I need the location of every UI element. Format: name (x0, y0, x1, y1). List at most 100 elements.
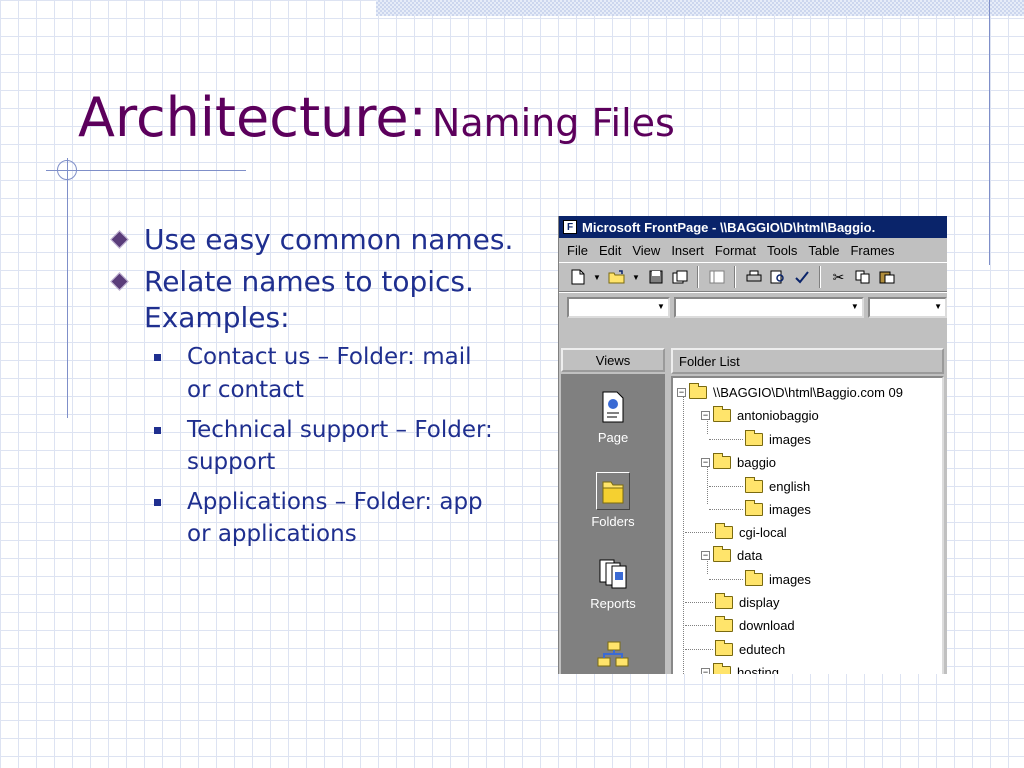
collapse-toggle-icon[interactable]: − (701, 457, 710, 467)
menu-edit[interactable]: Edit (599, 243, 621, 258)
style-select[interactable]: ▼ (567, 297, 670, 318)
folder-icon (745, 499, 763, 516)
print-icon[interactable] (743, 267, 764, 288)
chevron-down-icon[interactable]: ▼ (851, 302, 859, 311)
folder-icon (715, 522, 733, 539)
tree-item-images[interactable]: images (745, 499, 811, 519)
top-decoration-band (376, 0, 1024, 16)
publish-icon[interactable] (669, 267, 690, 288)
open-folder-icon[interactable] (606, 267, 627, 288)
font-size-select[interactable]: ▼ (867, 297, 947, 318)
tree-item-label: download (739, 617, 795, 633)
folder-icon (713, 452, 731, 469)
font-select[interactable]: ▼ (673, 297, 864, 318)
save-icon[interactable] (645, 267, 666, 288)
frontpage-window-screenshot: F Microsoft FrontPage - \\BAGGIO\D\html\… (558, 216, 947, 674)
sub-bullet-text: Contact us – Folder: mail or contact (187, 344, 472, 403)
view-navigation[interactable] (561, 638, 665, 674)
tree-connector (685, 649, 713, 650)
views-list: Page Folders Reports (561, 374, 665, 674)
square-bullet-icon (154, 354, 161, 362)
tree-item-english[interactable]: english (745, 476, 810, 496)
menu-table[interactable]: Table (808, 243, 839, 258)
folders-view-icon (596, 472, 630, 510)
reports-view-icon (596, 554, 630, 592)
toolbar-separator (697, 266, 699, 288)
main-panes: Views Page Folders Reports Folder List −… (559, 346, 947, 674)
new-dropdown-chevron-icon[interactable]: ▼ (591, 267, 603, 288)
folder-icon (689, 382, 707, 399)
slide-title-main: Architecture: (78, 86, 427, 149)
tree-item-images[interactable]: images (745, 429, 811, 449)
tree-item-data[interactable]: − data (701, 545, 762, 565)
views-header[interactable]: Views (561, 348, 665, 372)
view-reports[interactable]: Reports (561, 554, 665, 611)
slide-title-sub: Naming Files (431, 101, 675, 145)
collapse-toggle-icon[interactable]: − (701, 410, 710, 420)
tree-item-images[interactable]: images (745, 569, 811, 589)
spelling-icon[interactable] (791, 267, 812, 288)
tree-connector (709, 509, 743, 510)
menu-file[interactable]: File (567, 243, 588, 258)
folder-list-pane: Folder List − \\BAGGIO\D\html\Baggio.com… (671, 346, 947, 674)
cut-icon[interactable]: ✂ (828, 267, 849, 288)
bullet-list: Use easy common names. Relate names to t… (108, 222, 528, 559)
tree-item-baggio[interactable]: − baggio (701, 452, 776, 472)
sub-bullet-item: Applications – Folder: app or applicatio… (154, 486, 494, 550)
tree-item-label: images (769, 501, 811, 517)
copy-icon[interactable] (852, 267, 873, 288)
tree-item-label: english (769, 478, 811, 494)
menu-tools[interactable]: Tools (767, 243, 797, 258)
folder-icon (713, 662, 731, 674)
tree-item-download[interactable]: download (715, 615, 795, 635)
open-dropdown-chevron-icon[interactable]: ▼ (630, 267, 642, 288)
folder-icon (745, 569, 763, 586)
tree-item-label: antoniobaggio (737, 407, 819, 423)
tree-item-label: baggio (737, 454, 777, 470)
menu-view[interactable]: View (632, 243, 660, 258)
navigation-view-icon (596, 638, 630, 674)
menu-insert[interactable]: Insert (671, 243, 704, 258)
paste-icon[interactable] (876, 267, 897, 288)
menu-format[interactable]: Format (715, 243, 756, 258)
tree-item-label: display (739, 594, 780, 610)
view-page-label: Page (597, 430, 629, 445)
view-folders-label: Folders (591, 514, 635, 529)
bullet-text: Relate names to topics. Examples: (144, 264, 474, 334)
tree-item-antoniobaggio[interactable]: − antoniobaggio (701, 405, 819, 425)
view-page[interactable]: Page (561, 388, 665, 445)
tree-item-edutech[interactable]: edutech (715, 639, 785, 659)
chevron-down-icon[interactable]: ▼ (657, 302, 665, 311)
slide-title: Architecture: Naming Files (78, 86, 675, 149)
collapse-toggle-icon[interactable]: − (701, 550, 710, 560)
new-page-icon[interactable] (567, 267, 588, 288)
collapse-toggle-icon[interactable]: − (677, 387, 686, 397)
folder-list-icon[interactable] (706, 267, 727, 288)
bullet-text: Use easy common names. (144, 223, 514, 256)
sub-bullet-text: Applications – Folder: app or applicatio… (187, 489, 483, 548)
frontpage-app-icon[interactable]: F (563, 220, 577, 234)
folder-tree: − \\BAGGIO\D\html\Baggio.com 09 − antoni… (671, 376, 944, 674)
folder-list-header[interactable]: Folder List (671, 348, 944, 374)
toolbar-separator (734, 266, 736, 288)
toolbar-separator (819, 266, 821, 288)
tree-item-display[interactable]: display (715, 592, 779, 612)
tree-item-label: cgi-local (739, 524, 787, 540)
tree-connector (709, 579, 743, 580)
tree-item-cgi-local[interactable]: cgi-local (715, 522, 787, 542)
collapse-toggle-icon[interactable]: − (701, 667, 710, 674)
folder-icon (713, 545, 731, 562)
tree-item-label: \\BAGGIO\D\html\Baggio.com 09 (713, 384, 904, 400)
bullet-item: Use easy common names. (108, 222, 528, 258)
tree-connector (685, 602, 713, 603)
window-titlebar[interactable]: F Microsoft FrontPage - \\BAGGIO\D\html\… (559, 216, 947, 238)
tree-item-hosting[interactable]: − hosting (701, 662, 779, 674)
tree-item-root[interactable]: − \\BAGGIO\D\html\Baggio.com 09 (677, 382, 903, 402)
preview-icon[interactable] (767, 267, 788, 288)
formatting-toolbar: ▼ ▼ ▼ (559, 292, 947, 322)
chevron-down-icon[interactable]: ▼ (934, 302, 942, 311)
standard-toolbar: ▼ ▼ ✂ (559, 262, 947, 292)
diamond-bullet-icon (110, 230, 129, 249)
menu-frames[interactable]: Frames (850, 243, 894, 258)
view-folders[interactable]: Folders (561, 472, 665, 529)
